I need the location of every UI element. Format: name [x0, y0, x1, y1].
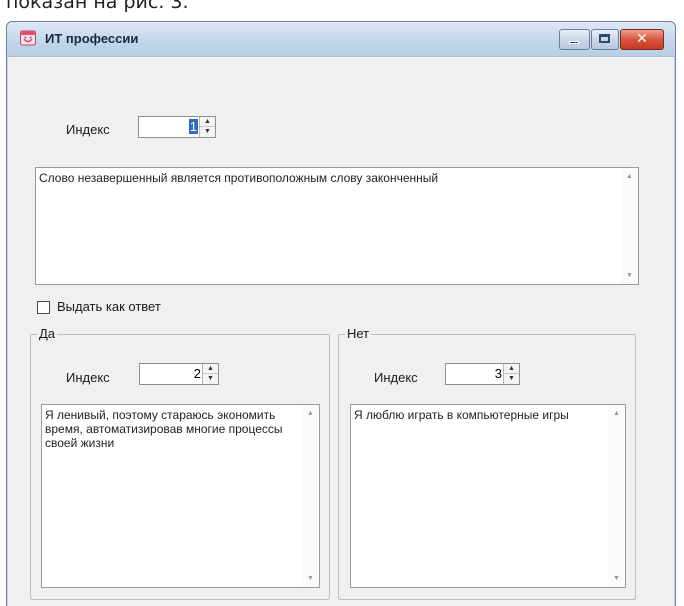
yes-group-title: Да — [37, 326, 58, 341]
yes-index-spin-edit[interactable]: 2 ▲ ▼ — [139, 363, 219, 385]
question-scrollbar[interactable]: ▲ ▼ — [621, 168, 638, 284]
yes-groupbox: Да Индекс 2 ▲ ▼ Я ленивый, поэтому стара… — [30, 326, 330, 600]
client-area: Индекс 1 ▲ ▼ Слово незавершенный являетс… — [7, 57, 675, 606]
no-text[interactable]: Я люблю играть в компьютерные игры — [354, 408, 605, 422]
close-button[interactable]: ✕ — [620, 29, 664, 50]
no-memo[interactable]: Я люблю играть в компьютерные игры ▲ ▼ — [350, 404, 626, 588]
yes-scrollbar[interactable]: ▲ ▼ — [302, 405, 319, 587]
yes-memo[interactable]: Я ленивый, поэтому стараюсь экономить вр… — [41, 404, 320, 588]
maximize-icon — [599, 34, 610, 43]
minimize-icon — [569, 41, 579, 44]
index-value[interactable]: 1 — [188, 119, 198, 134]
no-group-title: Нет — [345, 326, 372, 341]
application-icon — [20, 30, 36, 46]
no-index-spin-edit[interactable]: 3 ▲ ▼ — [445, 363, 520, 385]
spin-down-icon[interactable]: ▼ — [203, 374, 218, 384]
app-window: ИТ профессии ✕ Индекс 1 ▲ ▼ Слово незаве… — [6, 21, 676, 606]
no-spin-buttons[interactable]: ▲ ▼ — [503, 364, 519, 384]
spin-up-icon[interactable]: ▲ — [203, 364, 218, 374]
no-index-label: Индекс — [374, 370, 418, 385]
screenshot: показан на рис. 3. ИТ профессии ✕ Индекс… — [0, 0, 684, 606]
scroll-down-icon[interactable]: ▼ — [608, 575, 625, 582]
scroll-down-icon[interactable]: ▼ — [302, 575, 319, 582]
question-text[interactable]: Слово незавершенный является противополо… — [39, 171, 618, 185]
give-as-answer-checkbox[interactable] — [37, 301, 50, 314]
spin-down-icon[interactable]: ▼ — [200, 127, 215, 137]
no-groupbox: Нет Индекс 3 ▲ ▼ Я люблю играть в компью… — [338, 326, 636, 600]
yes-text[interactable]: Я ленивый, поэтому стараюсь экономить вр… — [45, 408, 299, 450]
scroll-up-icon[interactable]: ▲ — [608, 410, 625, 417]
index-label: Индекс — [66, 122, 110, 137]
window-title: ИТ профессии — [45, 31, 139, 46]
title-bar[interactable]: ИТ профессии ✕ — [7, 22, 675, 57]
yes-index-value[interactable]: 2 — [194, 366, 201, 381]
give-as-answer-label[interactable]: Выдать как ответ — [57, 299, 161, 314]
document-caption-fragment: показан на рис. 3. — [6, 0, 189, 13]
no-index-value[interactable]: 3 — [495, 366, 502, 381]
close-icon: ✕ — [636, 31, 648, 47]
index-spin-edit[interactable]: 1 ▲ ▼ — [138, 116, 216, 138]
scroll-up-icon[interactable]: ▲ — [302, 410, 319, 417]
spin-up-icon[interactable]: ▲ — [200, 117, 215, 127]
yes-spin-buttons[interactable]: ▲ ▼ — [202, 364, 218, 384]
no-scrollbar[interactable]: ▲ ▼ — [608, 405, 625, 587]
scroll-up-icon[interactable]: ▲ — [621, 173, 638, 180]
question-memo[interactable]: Слово незавершенный является противополо… — [35, 167, 639, 285]
spin-down-icon[interactable]: ▼ — [504, 374, 519, 384]
scroll-down-icon[interactable]: ▼ — [621, 272, 638, 279]
index-spin-buttons[interactable]: ▲ ▼ — [199, 117, 215, 137]
yes-index-label: Индекс — [66, 370, 110, 385]
maximize-button[interactable] — [591, 29, 619, 50]
minimize-button[interactable] — [559, 29, 590, 50]
spin-up-icon[interactable]: ▲ — [504, 364, 519, 374]
